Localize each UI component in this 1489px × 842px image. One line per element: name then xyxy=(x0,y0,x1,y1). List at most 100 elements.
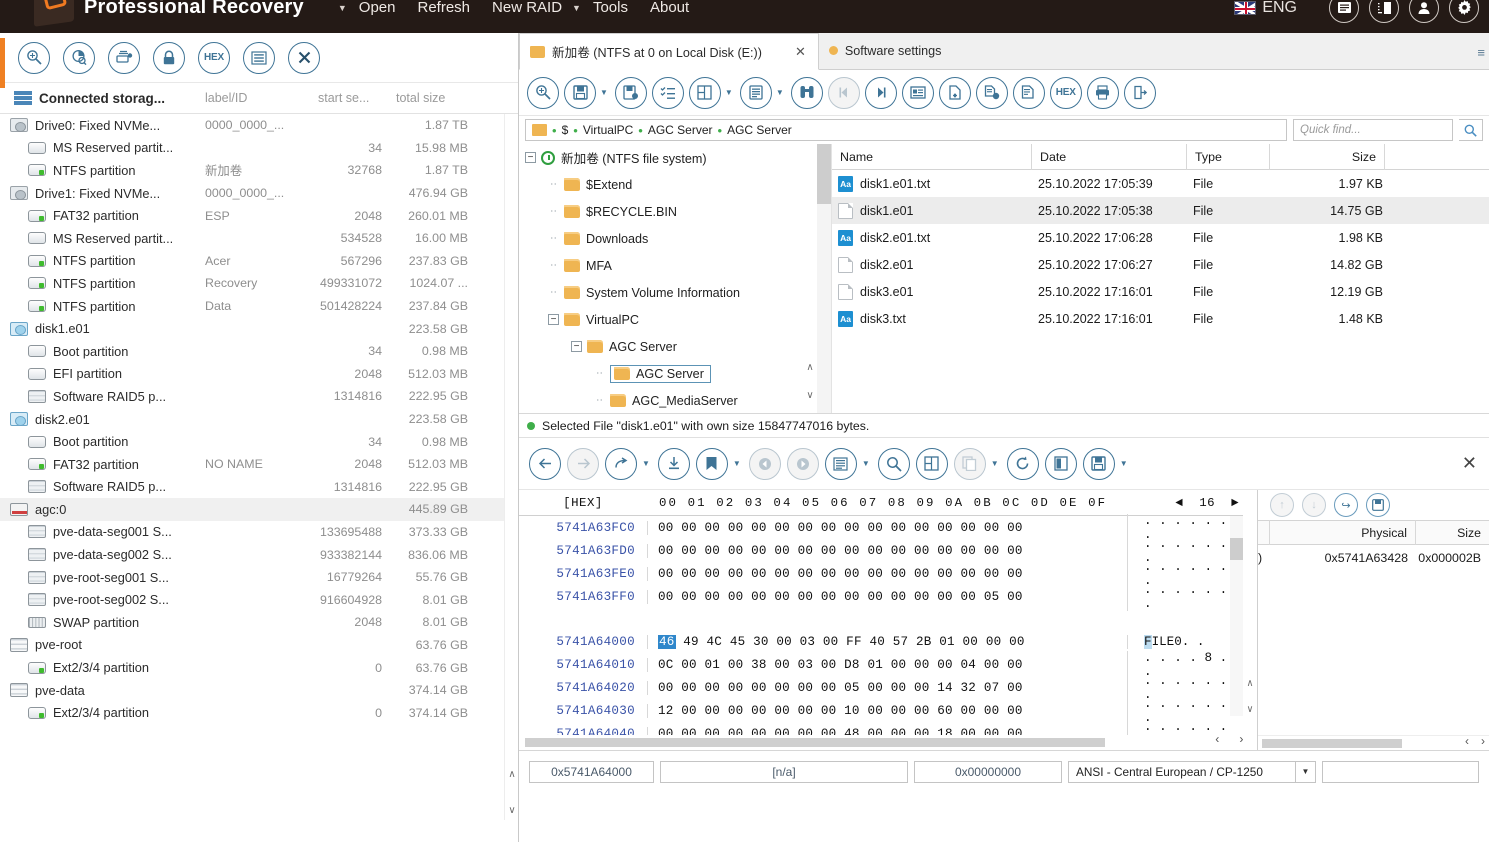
file-tree-item[interactable]: ‧‧ $RECYCLE.BIN xyxy=(519,198,831,225)
chevron-down-icon[interactable]: ▼ xyxy=(1296,760,1316,783)
storage-tree-item[interactable]: NTFS partition 新加卷 32768 1.87 TB xyxy=(0,159,518,182)
width-next-icon[interactable]: ► xyxy=(1231,496,1239,510)
file-tree[interactable]: − 新加卷 (NTFS file system) ‧‧ $Extend ‧‧ $REC… xyxy=(519,144,832,413)
tab-overflow-icon[interactable]: ≡ xyxy=(1477,45,1485,60)
sector-field[interactable]: [n/a] xyxy=(660,760,908,783)
table-row[interactable]: disk3.e01 25.10.2022 17:16:01 File 12.19 GB xyxy=(832,278,1489,305)
hex-hscrollbar[interactable]: ‹ › xyxy=(519,733,1257,750)
checklist-icon[interactable] xyxy=(651,76,684,109)
hex-vscroll[interactable]: ∧ ∨ xyxy=(1243,490,1257,750)
storage-tree-item[interactable]: pve-root-seg001 S... 16779264 55.76 GB xyxy=(0,566,518,589)
offset-field[interactable]: 0x5741A64000 xyxy=(529,760,654,783)
hscroll-left-icon[interactable]: ‹ xyxy=(1214,733,1221,747)
column-label-id[interactable]: label/ID xyxy=(205,91,247,105)
file-tree-item[interactable]: ‧‧ $Extend xyxy=(519,171,831,198)
save-icon[interactable] xyxy=(1366,493,1390,517)
breadcrumb-part-2[interactable]: AGC Server xyxy=(648,123,713,137)
back-icon[interactable] xyxy=(529,447,561,480)
column-name[interactable]: Name xyxy=(832,144,1032,170)
language-label[interactable]: ENG xyxy=(1262,0,1297,17)
file-tree-item[interactable]: ‧‧ Downloads xyxy=(519,225,831,252)
menu-item-new-raid[interactable]: New RAID xyxy=(492,0,562,16)
scroll-down-icon[interactable]: ∨ xyxy=(1243,702,1257,718)
encoding-select[interactable]: ANSI - Central European / CP-1250 ▼ xyxy=(1068,760,1316,783)
structure-hscrollbar[interactable]: ‹ › xyxy=(1258,734,1489,750)
file-tree-item[interactable]: − AGC Server xyxy=(519,333,831,360)
storage-tree-item[interactable]: Software RAID5 p... 1314816 222.95 GB xyxy=(0,385,518,408)
hex-bytes[interactable]: 00 00 00 00 00 00 00 00 00 00 00 00 00 0… xyxy=(647,520,1127,535)
relative-offset-field[interactable]: 0x00000000 xyxy=(914,760,1062,783)
file-tree-item[interactable]: ‧‧ MFA xyxy=(519,252,831,279)
file-tree-scroll-thumb[interactable] xyxy=(817,144,831,204)
up-icon[interactable]: ↑ xyxy=(1270,493,1294,517)
menu-caret-icon[interactable]: ▼ xyxy=(338,3,347,13)
file-tree-root[interactable]: − 新加卷 (NTFS file system) xyxy=(519,144,831,171)
storage-tree-item[interactable]: NTFS partition Data 501428224 237.84 GB xyxy=(0,295,518,318)
hex-bytes[interactable]: 00 00 00 00 00 00 00 00 00 00 00 00 00 0… xyxy=(647,566,1127,581)
collapse-icon[interactable]: − xyxy=(571,341,582,352)
storage-tree-item[interactable]: Boot partition 34 0.98 MB xyxy=(0,430,518,453)
refresh-icon[interactable] xyxy=(1006,447,1039,480)
column-type[interactable]: Type xyxy=(1187,144,1270,170)
hex-viewer[interactable]: [HEX] 00 01 02 03 04 05 06 07 08 09 0A 0… xyxy=(519,490,1257,750)
save-icon[interactable] xyxy=(1082,447,1115,480)
hex-ascii[interactable]: . . . . . . . xyxy=(1127,582,1237,611)
new-file-icon[interactable] xyxy=(938,76,971,109)
storage-tree-item[interactable]: agc:0 445.89 GB xyxy=(0,498,518,521)
chevron-down-icon[interactable]: ▼ xyxy=(733,459,741,468)
report-icon[interactable] xyxy=(1369,0,1399,23)
hex-bytes[interactable]: 12 00 00 00 00 00 00 00 10 00 00 00 60 0… xyxy=(647,703,1127,718)
chevron-down-icon[interactable]: ▼ xyxy=(991,459,999,468)
storage-tree-item[interactable]: MS Reserved partit... 534528 16.00 MB xyxy=(0,227,518,250)
scroll-down-icon[interactable]: ∨ xyxy=(803,387,817,403)
storage-tree-item[interactable]: FAT32 partition ESP 2048 260.01 MB xyxy=(0,204,518,227)
menu-item-refresh[interactable]: Refresh xyxy=(417,0,470,16)
content-icon[interactable] xyxy=(739,76,772,109)
hscroll-right-icon[interactable]: › xyxy=(1238,733,1245,747)
column-date[interactable]: Date xyxy=(1032,144,1187,170)
search-icon[interactable] xyxy=(1459,119,1483,141)
compare-icon[interactable] xyxy=(1044,447,1077,480)
table-row[interactable]: Aa disk1.e01.txt 25.10.2022 17:05:39 File 1.… xyxy=(832,170,1489,197)
column-size[interactable]: Size xyxy=(1416,520,1489,545)
export-icon[interactable] xyxy=(1123,76,1156,109)
goto-icon[interactable] xyxy=(605,447,637,480)
table-row[interactable]: disk1.e01 25.10.2022 17:05:38 File 14.75 GB xyxy=(832,197,1489,224)
file-tree-item[interactable]: ‧‧ System Volume Information xyxy=(519,279,831,306)
storage-tree-item[interactable]: pve-data-seg001 S... 133695488 373.33 GB xyxy=(0,521,518,544)
storage-tree-item[interactable]: SWAP partition 2048 8.01 GB xyxy=(0,611,518,634)
menu-item-about[interactable]: About xyxy=(650,0,689,16)
breadcrumb-part-1[interactable]: VirtualPC xyxy=(583,123,633,137)
storage-tree-item[interactable]: Drive1: Fixed NVMe... 0000_0000_... 476.94… xyxy=(0,182,518,205)
next-block-icon[interactable] xyxy=(786,447,819,480)
hex-scroll-thumb[interactable] xyxy=(1230,538,1243,560)
document-icon[interactable] xyxy=(1329,0,1359,23)
hscroll-left-icon[interactable]: ‹ xyxy=(1465,734,1469,748)
storage-tree-item[interactable]: EFI partition 2048 512.03 MB xyxy=(0,363,518,386)
menu-item-open[interactable]: Open xyxy=(359,0,396,16)
storage-tree-item[interactable]: Software RAID5 p... 1314816 222.95 GB xyxy=(0,476,518,499)
forward-icon[interactable] xyxy=(567,447,599,480)
copy-icon[interactable] xyxy=(1012,76,1045,109)
file-tree-scrollbar[interactable]: ∧ ∨ xyxy=(803,144,817,413)
image-icon[interactable] xyxy=(108,41,140,74)
storage-tree-item[interactable]: pve-data-seg002 S... 933382144 836.06 MB xyxy=(0,543,518,566)
chevron-down-icon[interactable]: ▼ xyxy=(1120,459,1128,468)
binoculars-icon[interactable] xyxy=(790,76,823,109)
chevron-down-icon[interactable]: ▼ xyxy=(725,88,733,97)
properties-icon[interactable] xyxy=(901,76,934,109)
width-prev-icon[interactable]: ◄ xyxy=(1175,496,1183,510)
table-row[interactable]: ) 0x5741A63428 0x000002B xyxy=(1258,545,1489,571)
prev-icon[interactable] xyxy=(827,76,860,109)
hscroll-right-icon[interactable]: › xyxy=(1481,734,1485,748)
hex-ascii[interactable]: FILE0. . xyxy=(1127,634,1237,649)
storage-tree-item[interactable]: Ext2/3/4 partition 0 374.14 GB xyxy=(0,701,518,724)
tab-software-settings[interactable]: Software settings xyxy=(819,32,954,69)
file-tree-item[interactable]: − VirtualPC xyxy=(519,306,831,333)
file-tree-item[interactable]: ‧‧ AGC_MediaServer xyxy=(519,387,831,413)
chevron-down-icon[interactable]: ▼ xyxy=(862,459,870,468)
storage-tree[interactable]: Drive0: Fixed NVMe... 0000_0000_... 1.87 T… xyxy=(0,114,518,820)
scroll-up-icon[interactable]: ∧ xyxy=(1243,676,1257,692)
copy-settings-icon[interactable] xyxy=(975,76,1008,109)
storage-tree-item[interactable]: NTFS partition Acer 567296 237.83 GB xyxy=(0,250,518,273)
